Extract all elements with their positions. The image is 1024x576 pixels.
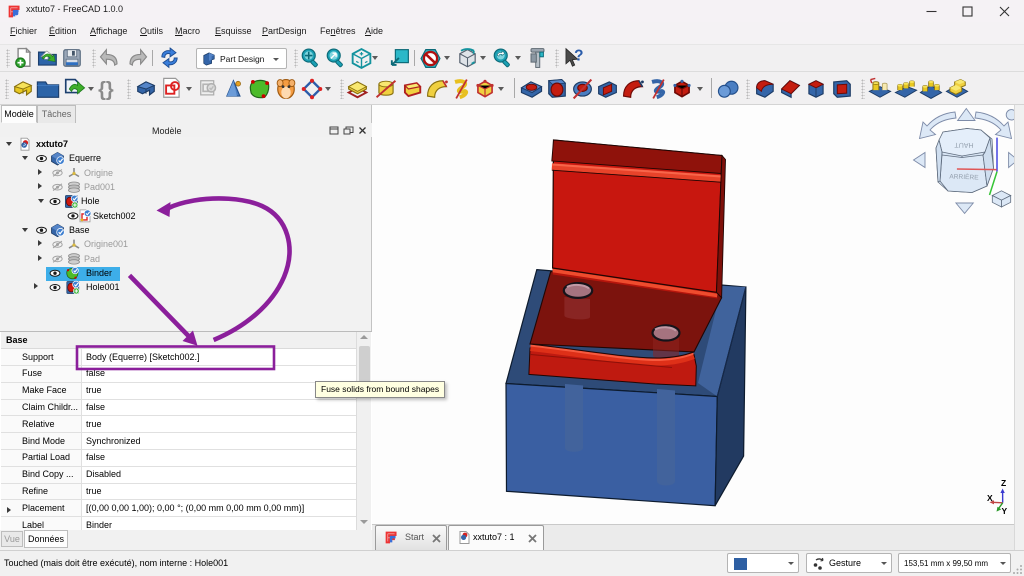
svg-text:?: ?	[574, 47, 583, 64]
svg-text:Y: Y	[1002, 506, 1008, 516]
svg-text:Z: Z	[1001, 478, 1006, 488]
svg-text:X: X	[987, 493, 993, 503]
svg-text:{}: {}	[98, 79, 114, 101]
svg-text:HAUT: HAUT	[954, 141, 974, 148]
